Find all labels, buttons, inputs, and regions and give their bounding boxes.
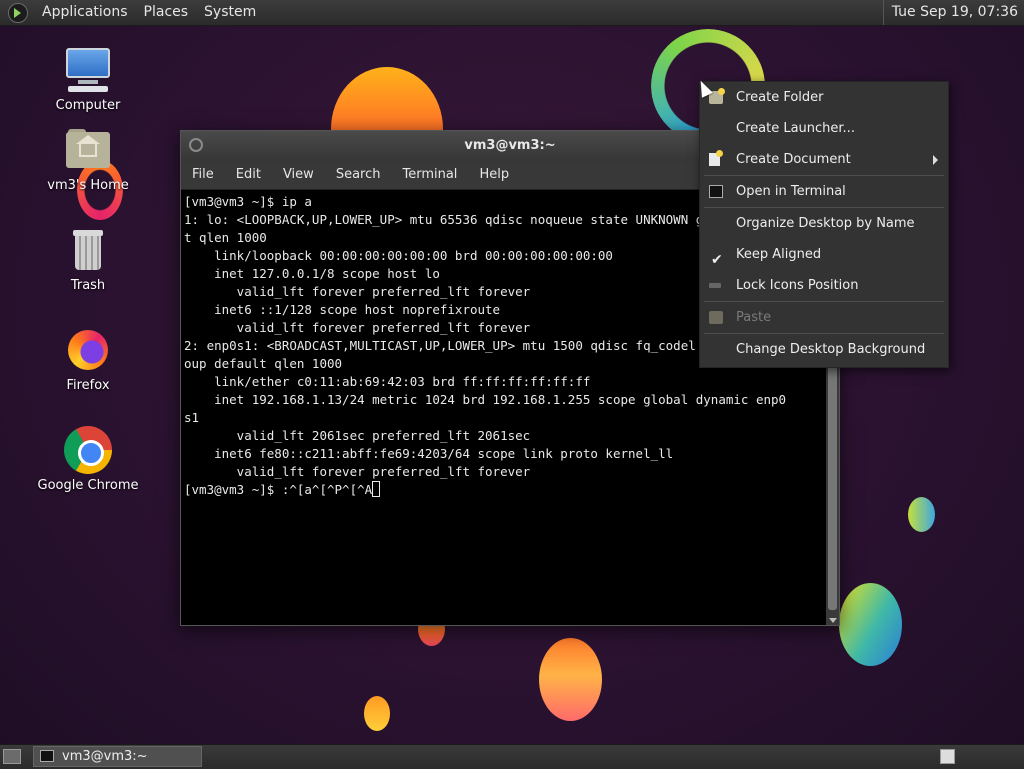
menu-item-label: Keep Aligned [736,247,822,262]
terminal-icon [40,750,54,762]
desktop-icon-chrome[interactable]: Google Chrome [33,426,143,493]
trash-icon [64,226,112,274]
menu-item-label: Create Launcher... [736,121,855,136]
terminal-icon [709,185,723,198]
terminal-line: inet 127.0.0.1/8 scope host lo [184,266,440,281]
terminal-line: valid_lft 2061sec preferred_lft 2061sec [184,428,531,443]
menu-search[interactable]: Search [325,161,392,189]
terminal-cursor [372,481,381,497]
distro-logo-icon[interactable] [8,2,28,23]
paste-icon [709,311,723,324]
desktop-icon-label: Google Chrome [37,478,139,493]
terminal-line: link/ether c0:11:ab:69:42:03 brd ff:ff:f… [184,374,591,389]
menu-item-paste: Paste [700,302,948,333]
menu-item-lock-icons[interactable]: Lock Icons Position [700,270,948,301]
terminal-line: t qlen 1000 [184,230,267,245]
menu-file[interactable]: File [181,161,225,189]
desktop-icon-trash[interactable]: Trash [33,226,143,293]
menu-system[interactable]: System [196,0,264,25]
menu-item-organize-by-name[interactable]: Organize Desktop by Name [700,208,948,239]
menu-item-open-in-terminal[interactable]: Open in Terminal [700,176,948,207]
desktop-icon-home[interactable]: vm3's Home [33,126,143,193]
terminal-line: inet 192.168.1.13/24 metric 1024 brd 192… [184,392,787,407]
panel-clock[interactable]: Tue Sep 19, 07:36 [882,0,1024,25]
menu-item-label: Organize Desktop by Name [736,216,915,231]
home-folder-icon [64,126,112,174]
terminal-title: vm3@vm3:~ [464,138,556,153]
menu-places[interactable]: Places [136,0,197,25]
menu-item-create-folder[interactable]: Create Folder [700,82,948,113]
terminal-line: s1 [184,410,200,425]
desktop-icon-label: Firefox [66,378,110,393]
menu-item-label: Create Folder [736,90,824,105]
computer-icon [64,46,112,94]
decorative-blob [908,497,935,532]
workspace-switcher[interactable] [940,749,955,764]
desktop-icon-label: Trash [70,278,106,293]
menu-item-change-background[interactable]: Change Desktop Background [700,334,948,365]
taskbar-window-label: vm3@vm3:~ [62,749,148,764]
terminal-line: valid_lft forever preferred_lft forever [184,320,531,335]
decorative-blob [539,638,602,721]
terminal-line: valid_lft forever preferred_lft forever [184,464,531,479]
firefox-icon [64,326,112,374]
taskbar-window-button[interactable]: vm3@vm3:~ [33,746,202,767]
terminal-line: [vm3@vm3 ~]$ ip a [184,194,312,209]
terminal-line: inet6 fe80::c211:abff:fe69:4203/64 scope… [184,446,674,461]
lock-icon [709,283,721,288]
decorative-blob [364,696,390,731]
desktop-icon-label: vm3's Home [47,178,129,193]
terminal-line: inet6 ::1/128 scope host noprefixroute [184,302,501,317]
menu-view[interactable]: View [272,161,325,189]
terminal-line: 2: enp0s1: <BROADCAST,MULTICAST,UP,LOWER… [184,338,787,353]
menu-item-keep-aligned[interactable]: ✔ Keep Aligned [700,239,948,270]
menu-item-create-document[interactable]: Create Document [700,144,948,175]
desktop-context-menu: Create Folder Create Launcher... Create … [699,81,949,368]
submenu-arrow-icon [933,155,938,165]
menu-item-label: Lock Icons Position [736,278,859,293]
top-panel: Applications Places System Tue Sep 19, 0… [0,0,1024,26]
window-menu-icon[interactable] [189,138,203,152]
scroll-down-arrow-icon[interactable] [829,618,837,623]
menu-item-label: Create Document [736,152,851,167]
menu-item-label: Paste [736,310,772,325]
terminal-line: link/loopback 00:00:00:00:00:00 brd 00:0… [184,248,613,263]
terminal-line: oup default qlen 1000 [184,356,343,371]
terminal-line: 1: lo: <LOOPBACK,UP,LOWER_UP> mtu 65536 … [184,212,787,227]
bottom-taskbar: vm3@vm3:~ [0,744,1024,769]
menu-help[interactable]: Help [468,161,520,189]
desktop-icon-computer[interactable]: Computer [33,46,143,113]
document-icon [709,150,723,166]
show-desktop-icon[interactable] [3,749,21,764]
menu-edit[interactable]: Edit [225,161,272,189]
menu-terminal[interactable]: Terminal [391,161,468,189]
terminal-line: valid_lft forever preferred_lft forever [184,284,531,299]
terminal-prompt: [vm3@vm3 ~]$ :^[a^[^P^[^A [184,482,373,497]
menu-item-label: Open in Terminal [736,184,846,199]
chrome-icon [64,426,112,474]
decorative-blob [839,583,902,666]
desktop-icon-firefox[interactable]: Firefox [33,326,143,393]
menu-applications[interactable]: Applications [34,0,136,25]
menu-item-create-launcher[interactable]: Create Launcher... [700,113,948,144]
menu-item-label: Change Desktop Background [736,342,926,357]
desktop-icon-label: Computer [55,98,121,113]
